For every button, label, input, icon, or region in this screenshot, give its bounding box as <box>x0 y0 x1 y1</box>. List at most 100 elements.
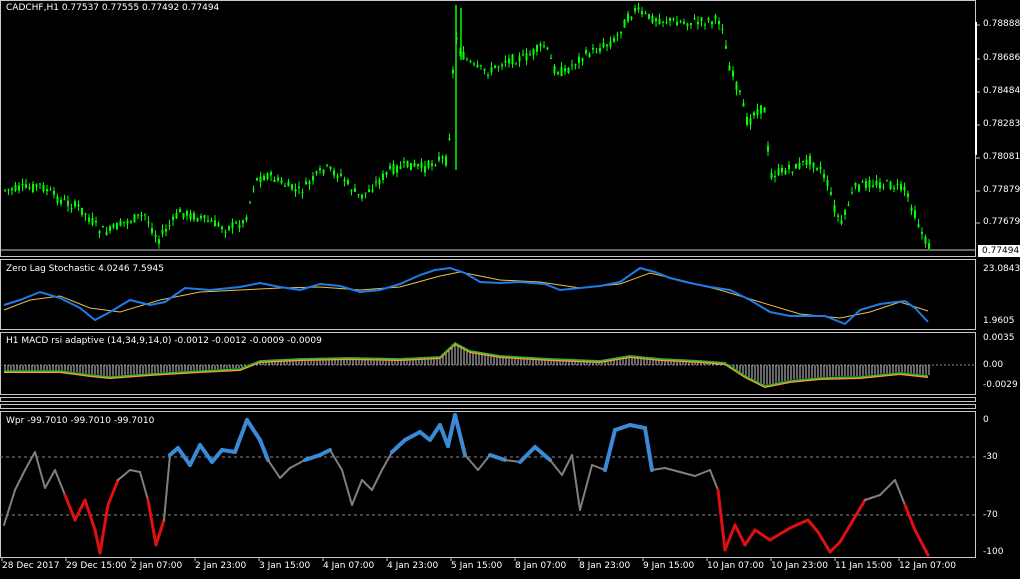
price-tick: 0.77679 <box>983 217 1020 227</box>
wpr-axis: 0 -30 -70 -100 <box>977 411 1020 558</box>
price-candle-body <box>417 164 419 167</box>
wpr-line-segment <box>768 526 792 542</box>
price-candle-body <box>784 170 787 175</box>
price-candle-body <box>725 45 727 49</box>
price-candle-body <box>438 156 440 161</box>
price-candle-body <box>294 189 297 192</box>
macd-title: H1 MACD rsi adaptive (14,34,9,14,0) -0.0… <box>6 336 322 346</box>
price-candle-body <box>354 188 356 192</box>
wpr-line-segment <box>361 479 373 491</box>
price-candle-body <box>137 214 139 216</box>
price-candle-body <box>116 223 118 230</box>
price-candle-body <box>308 181 311 185</box>
price-candle-body <box>420 162 423 168</box>
wpr-line-segment <box>139 471 149 501</box>
time-label: 5 Jan 15:00 <box>451 561 503 571</box>
price-candle-body <box>7 189 10 191</box>
price-candle-body <box>651 16 654 23</box>
price-candle-body <box>476 64 479 68</box>
wpr-line-segment <box>549 459 563 476</box>
price-candle-body <box>581 58 584 62</box>
wpr-line-segment <box>753 528 772 542</box>
price-candle-body <box>434 164 437 166</box>
price-candle-body <box>567 68 570 73</box>
price-candle-body <box>788 164 790 169</box>
time-label: 10 Jan 23:00 <box>771 561 828 571</box>
price-candle-body <box>221 226 223 230</box>
price-candle-body <box>693 18 696 20</box>
price-candle-body <box>595 52 598 54</box>
wpr-line-segment <box>14 469 26 491</box>
price-candle-body <box>483 68 486 71</box>
price-candle-body <box>574 64 577 66</box>
wpr-line-segment <box>733 523 747 547</box>
price-candle-body <box>886 180 888 182</box>
price-candle-body <box>840 220 843 224</box>
price-candle-body <box>46 189 48 192</box>
price-candle-body <box>305 181 307 185</box>
price-candle-body <box>469 61 472 63</box>
price-candle-body <box>760 105 762 114</box>
price-candle-body <box>382 173 384 180</box>
wpr-line-segment <box>603 428 617 472</box>
price-candle-body <box>336 175 339 178</box>
price-candle-body <box>830 192 832 195</box>
wpr-line-segment <box>267 459 281 479</box>
price-candle-body <box>242 220 244 224</box>
price-axis[interactable]: 0.78888 0.78686 0.78484 0.78283 0.78081 … <box>977 0 1020 257</box>
price-candle-body <box>907 193 909 198</box>
wpr-line-segment <box>117 469 131 481</box>
price-candle-body <box>767 145 769 152</box>
price-candle-body <box>123 221 125 223</box>
wpr-line-segment <box>723 523 737 552</box>
price-candle-body <box>672 18 675 20</box>
price-candle-body <box>287 181 290 187</box>
price-candle-body <box>630 16 633 19</box>
price-candle-body <box>67 200 69 206</box>
price-candle-body <box>900 183 902 191</box>
price-candle-body <box>658 19 661 25</box>
price-candle-body <box>413 163 416 167</box>
price-candle-body <box>473 63 475 65</box>
price-candle-body <box>368 189 370 193</box>
price-candle-body <box>88 217 90 222</box>
price-candle-body <box>550 57 552 59</box>
price-tick: 0.77879 <box>983 185 1020 195</box>
wpr-line-segment <box>73 498 87 522</box>
price-candle-body <box>347 180 349 185</box>
price-candle-body <box>291 184 293 190</box>
price-candle-body <box>644 12 647 14</box>
price-candle-body <box>868 180 871 188</box>
wpr-line-segment <box>403 430 422 442</box>
wpr-line-segment <box>488 453 507 462</box>
price-candle-body <box>280 180 283 184</box>
price-candle-body <box>424 166 426 173</box>
wpr-line-segment <box>694 469 711 477</box>
price-candle-body <box>427 160 430 168</box>
price-candle-body <box>77 204 80 207</box>
price-candle-body <box>714 15 717 19</box>
time-label: 29 Dec 15:00 <box>66 561 127 571</box>
price-candle-body <box>823 173 825 178</box>
wpr-line-segment <box>381 451 393 471</box>
price-candle-body <box>861 181 864 183</box>
wpr-line-segment <box>879 479 896 496</box>
price-candle-body <box>74 201 76 207</box>
price-candle-body <box>543 45 545 47</box>
wpr-line-segment <box>54 469 66 496</box>
price-candle-body <box>532 49 535 55</box>
time-label: 11 Jan 15:00 <box>835 561 892 571</box>
price-candle-body <box>378 179 381 185</box>
price-candle-body <box>711 21 713 25</box>
price-candle-body <box>270 172 272 176</box>
price-candle-body <box>158 239 160 244</box>
price-candle-body <box>256 178 258 181</box>
price-candle-body <box>781 167 783 173</box>
wpr-line-segment <box>579 464 593 511</box>
price-candle-body <box>721 28 724 30</box>
wpr-tick: -70 <box>983 510 998 520</box>
time-label: 8 Jan 23:00 <box>579 561 631 571</box>
stochastic-tick: 23.0843 <box>983 264 1020 274</box>
wpr-line-segment <box>643 426 654 472</box>
wpr-line-segment <box>428 423 442 442</box>
